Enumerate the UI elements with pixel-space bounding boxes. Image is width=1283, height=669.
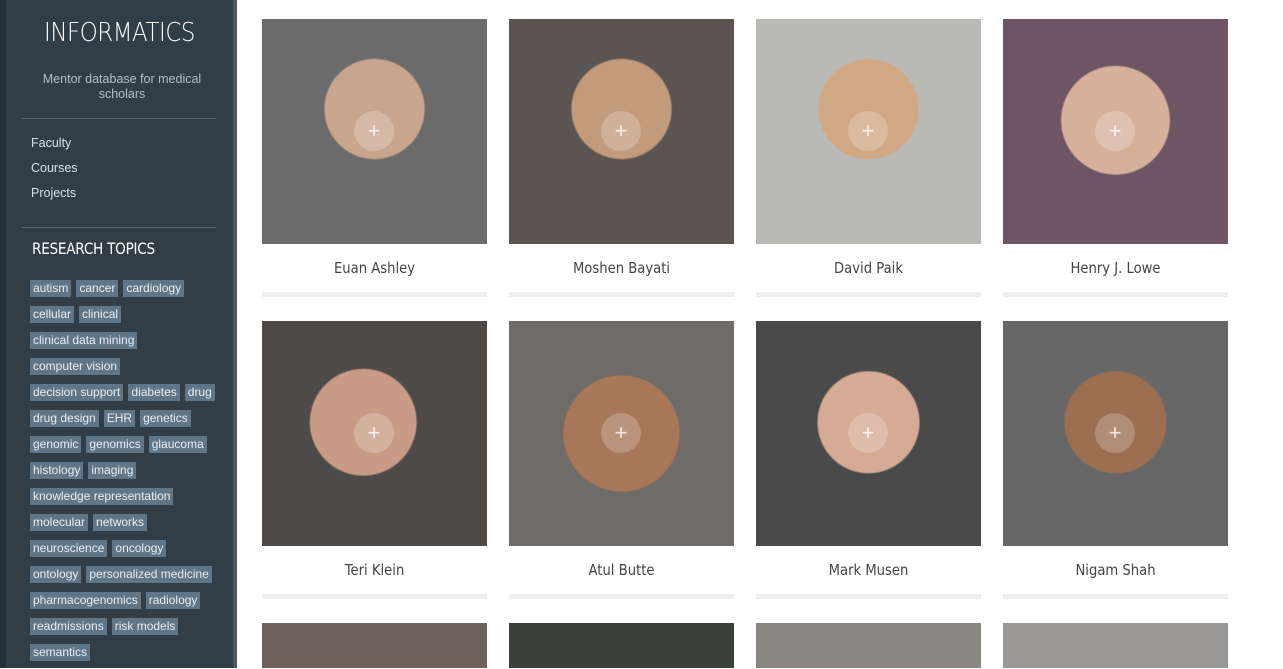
plus-icon[interactable]: + (1095, 111, 1135, 151)
plus-icon[interactable]: + (848, 413, 888, 453)
topic-tag[interactable]: neuroscience (30, 540, 108, 557)
topic-tag[interactable]: drug (184, 384, 215, 401)
topic-tag[interactable]: risk models (111, 618, 179, 635)
faculty-name[interactable]: Euan Ashley (279, 259, 470, 277)
faculty-photo[interactable]: + (509, 19, 734, 244)
topic-tag[interactable]: clinical (79, 306, 122, 323)
faculty-card[interactable]: + Mark Musen (756, 321, 981, 599)
faculty-name[interactable]: Moshen Bayati (526, 259, 717, 277)
faculty-photo[interactable] (1003, 623, 1228, 668)
divider (22, 118, 216, 119)
topic-tag[interactable]: oncology (112, 540, 167, 557)
topic-tag[interactable]: cancer (76, 280, 119, 297)
nav-projects[interactable]: Projects (31, 186, 78, 211)
topic-tag[interactable]: computer vision (30, 358, 121, 375)
topic-tag[interactable]: pharmacogenomics (30, 592, 141, 609)
topic-tag[interactable]: drug design (30, 410, 99, 427)
faculty-name[interactable]: Teri Klein (279, 561, 470, 579)
plus-icon[interactable]: + (848, 111, 888, 151)
faculty-photo[interactable]: + (509, 321, 734, 546)
card-divider (509, 594, 734, 599)
topic-tag[interactable]: molecular (30, 514, 89, 531)
topic-tag[interactable]: semantics (30, 644, 91, 661)
faculty-card[interactable] (509, 623, 734, 668)
topic-tag[interactable]: glaucoma (148, 436, 207, 453)
sidebar: INFORMATICS Mentor database for medical … (0, 0, 237, 668)
topic-tag[interactable]: diabetes (128, 384, 180, 401)
topic-tag[interactable]: genetics (140, 410, 191, 427)
faculty-photo[interactable]: + (756, 19, 981, 244)
topic-tag[interactable]: decision support (30, 384, 124, 401)
plus-icon[interactable]: + (354, 413, 394, 453)
plus-icon[interactable]: + (601, 413, 641, 453)
nav-faculty[interactable]: Faculty (31, 136, 78, 161)
faculty-card[interactable]: + Teri Klein (262, 321, 487, 599)
topic-tag-list: autism cancer cardiology cellular clinical cl… (30, 279, 220, 669)
faculty-photo[interactable]: + (1003, 19, 1228, 244)
plus-icon[interactable]: + (354, 111, 394, 151)
faculty-photo[interactable] (262, 623, 487, 668)
site-tagline: Mentor database for medical scholars (42, 72, 202, 101)
faculty-photo[interactable]: + (756, 321, 981, 546)
research-topics-heading: RESEARCH TOPICS (32, 239, 155, 258)
faculty-card[interactable]: + Henry J. Lowe (1003, 19, 1228, 297)
faculty-name[interactable]: Nigam Shah (1020, 561, 1211, 579)
topic-tag[interactable]: radiology (145, 592, 201, 609)
topic-tag[interactable]: genomics (86, 436, 144, 453)
card-divider (509, 292, 734, 297)
faculty-name[interactable]: Mark Musen (773, 561, 964, 579)
topic-tag[interactable]: readmissions (30, 618, 107, 635)
faculty-card[interactable]: + Nigam Shah (1003, 321, 1228, 599)
topic-tag[interactable]: clinical data mining (30, 332, 138, 349)
faculty-card[interactable]: + David Paik (756, 19, 981, 297)
faculty-photo[interactable]: + (262, 321, 487, 546)
topic-tag[interactable]: imaging (88, 462, 137, 479)
topic-tag[interactable]: networks (93, 514, 148, 531)
faculty-card[interactable]: + Moshen Bayati (509, 19, 734, 297)
card-divider (756, 292, 981, 297)
topic-tag[interactable]: cellular (30, 306, 75, 323)
plus-icon[interactable]: + (601, 111, 641, 151)
card-divider (262, 292, 487, 297)
topic-tag[interactable]: ontology (30, 566, 82, 583)
plus-icon[interactable]: + (1095, 413, 1135, 453)
divider (22, 227, 216, 228)
faculty-photo[interactable] (509, 623, 734, 668)
card-divider (1003, 292, 1228, 297)
faculty-photo[interactable]: + (262, 19, 487, 244)
topic-tag[interactable]: genomic (30, 436, 82, 453)
faculty-card[interactable] (262, 623, 487, 668)
faculty-name[interactable]: David Paik (773, 259, 964, 277)
nav-courses[interactable]: Courses (31, 161, 78, 186)
faculty-name[interactable]: Atul Butte (526, 561, 717, 579)
topic-tag[interactable]: autism (30, 280, 72, 297)
site-title[interactable]: INFORMATICS (20, 18, 220, 48)
topic-tag[interactable]: EHR (103, 410, 136, 427)
topic-tag[interactable]: histology (30, 462, 84, 479)
topic-tag[interactable]: cardiology (123, 280, 185, 297)
faculty-card[interactable] (756, 623, 981, 668)
card-divider (1003, 594, 1228, 599)
faculty-photo[interactable] (756, 623, 981, 668)
faculty-card[interactable]: + Euan Ashley (262, 19, 487, 297)
faculty-card[interactable] (1003, 623, 1228, 668)
card-divider (756, 594, 981, 599)
faculty-photo[interactable]: + (1003, 321, 1228, 546)
topic-tag[interactable]: knowledge representation (30, 488, 174, 505)
topic-tag[interactable]: personalized medicine (86, 566, 212, 583)
faculty-card[interactable]: + Atul Butte (509, 321, 734, 599)
main-nav: Faculty Courses Projects (31, 136, 78, 211)
card-divider (262, 594, 487, 599)
faculty-name[interactable]: Henry J. Lowe (1020, 259, 1211, 277)
